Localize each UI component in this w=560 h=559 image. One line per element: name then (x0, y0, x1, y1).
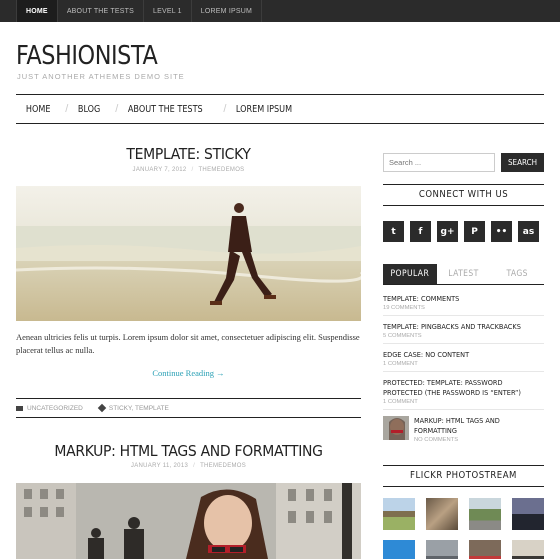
popular-post-comments: 5 COMMENTS (383, 333, 422, 339)
twitter-icon[interactable]: t (383, 221, 404, 242)
flickr-widget-title: FLICKR PHOTOSTREAM (383, 465, 544, 487)
flickr-photo[interactable] (426, 540, 458, 559)
googleplus-icon[interactable]: g+ (437, 221, 458, 242)
list-item: MARKUP: HTML TAGS AND FORMATTING NO COMM… (383, 416, 544, 447)
flickr-photo[interactable] (383, 498, 415, 530)
street-photo (16, 483, 361, 559)
popular-post-comments: 19 COMMENTS (383, 305, 425, 311)
nav-home[interactable]: HOME (16, 104, 60, 115)
post-title[interactable]: TEMPLATE: STICKY (16, 145, 361, 163)
nav-blog[interactable]: BLOG (68, 104, 110, 115)
search-button[interactable]: SEARCH (501, 153, 544, 172)
post-author[interactable]: THEMEDEMOS (200, 463, 246, 469)
popular-post-title[interactable]: EDGE CASE: NO CONTENT (383, 350, 544, 360)
list-item: PROTECTED: TEMPLATE: PASSWORD PROTECTED … (383, 378, 544, 410)
popular-post-thumbnail[interactable] (383, 416, 409, 440)
top-menu-home[interactable]: HOME (16, 0, 58, 22)
post-featured-image[interactable] (16, 186, 361, 321)
beach-photo (16, 186, 361, 321)
popular-post-comments: 1 COMMENT (383, 361, 418, 367)
list-item: TEMPLATE: COMMENTS 19 COMMENTS (383, 294, 544, 316)
flickr-icon[interactable]: •• (491, 221, 512, 242)
list-item: EDGE CASE: NO CONTENT 1 COMMENT (383, 350, 544, 372)
top-menu-bar: HOME ABOUT THE TESTS LEVEL 1 LOREM IPSUM (0, 0, 560, 22)
sidebar-tabs: POPULAR LATEST TAGS (383, 264, 544, 285)
popular-post-comments: 1 COMMENT (383, 399, 418, 405)
popular-post-title[interactable]: TEMPLATE: COMMENTS (383, 294, 544, 304)
lastfm-icon[interactable]: as (518, 221, 539, 242)
post-author[interactable]: THEMEDEMOS (198, 167, 244, 173)
connect-widget-title: CONNECT WITH US (383, 184, 544, 206)
site-title[interactable]: FASHIONISTA (16, 41, 158, 71)
post-meta: JANUARY 11, 2013/THEMEDEMOS (130, 463, 247, 469)
search-input[interactable] (383, 153, 495, 172)
pinterest-icon[interactable]: P (464, 221, 485, 242)
flickr-photo[interactable] (426, 498, 458, 530)
popular-posts-list: TEMPLATE: COMMENTS 19 COMMENTS TEMPLATE:… (383, 294, 544, 453)
post-date[interactable]: JANUARY 11, 2013 (131, 463, 188, 469)
popular-post-title[interactable]: TEMPLATE: PINGBACKS AND TRACKBACKS (383, 322, 544, 332)
popular-post-title[interactable]: MARKUP: HTML TAGS AND FORMATTING (414, 416, 544, 436)
flickr-photo[interactable] (512, 540, 544, 559)
flickr-photostream (383, 498, 544, 559)
list-item: TEMPLATE: PINGBACKS AND TRACKBACKS 5 COM… (383, 322, 544, 344)
tab-latest[interactable]: LATEST (437, 264, 491, 284)
social-icons: t f g+ P •• as (383, 221, 539, 242)
facebook-icon[interactable]: f (410, 221, 431, 242)
post-excerpt: Aenean ultricies felis ut turpis. Lorem … (16, 332, 360, 355)
post-footer: UNCATEGORIZED STICKY, TEMPLATE (16, 398, 361, 418)
post-tags[interactable]: STICKY, TEMPLATE (109, 405, 169, 412)
flickr-photo[interactable] (469, 540, 501, 559)
top-menu-level-1[interactable]: LEVEL 1 (144, 0, 192, 22)
flickr-photo[interactable] (512, 498, 544, 530)
tab-popular[interactable]: POPULAR (383, 264, 437, 284)
continue-reading-link[interactable]: Continue Reading → (16, 368, 361, 378)
flickr-photo[interactable] (469, 498, 501, 530)
post-featured-image[interactable] (16, 483, 361, 559)
popular-post-comments: NO COMMENTS (414, 437, 459, 443)
nav-about-the-tests[interactable]: ABOUT THE TESTS (118, 104, 213, 115)
top-menu-about-the-tests[interactable]: ABOUT THE TESTS (58, 0, 144, 22)
tab-tags[interactable]: TAGS (490, 264, 544, 284)
flickr-photo[interactable] (383, 540, 415, 559)
post-date[interactable]: JANUARY 7, 2012 (133, 167, 187, 173)
post-title[interactable]: MARKUP: HTML TAGS AND FORMATTING (16, 442, 361, 460)
folder-icon (16, 405, 23, 411)
top-menu-lorem-ipsum[interactable]: LOREM IPSUM (192, 0, 262, 22)
site-description: JUST ANOTHER ATHEMES DEMO SITE (17, 72, 185, 81)
main-navigation: HOME / BLOG / ABOUT THE TESTS / LOREM IP… (16, 94, 544, 124)
tag-icon (97, 403, 107, 413)
post-meta: JANUARY 7, 2012/THEMEDEMOS (132, 167, 245, 173)
nav-lorem-ipsum[interactable]: LOREM IPSUM (226, 104, 302, 115)
post-category[interactable]: UNCATEGORIZED (27, 405, 83, 412)
popular-post-title[interactable]: PROTECTED: TEMPLATE: PASSWORD PROTECTED … (383, 378, 544, 398)
